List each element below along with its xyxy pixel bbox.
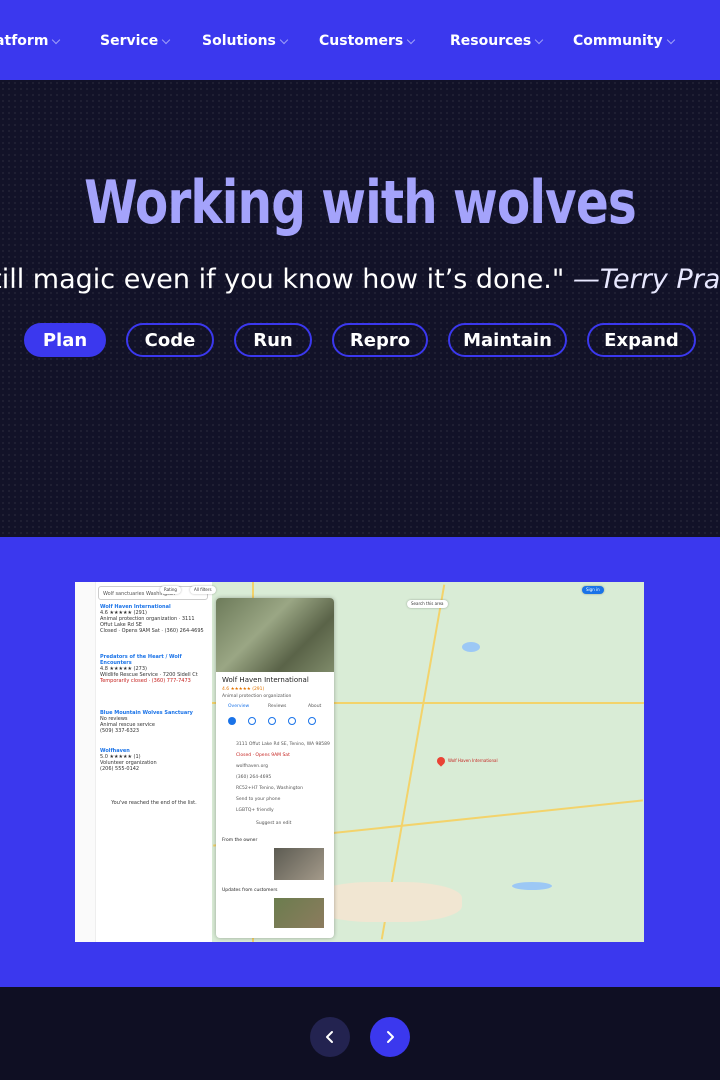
sign-in-button[interactable]: Sign in — [582, 586, 604, 594]
map-pin-icon[interactable] — [435, 755, 447, 767]
place-plus-code: RC52+H7 Tenino, Washington — [236, 786, 303, 791]
result-status: (509) 337-6323 — [100, 728, 140, 734]
rating-filter-button[interactable]: Rating — [160, 586, 181, 594]
nav-item-solutions[interactable]: Solutions — [202, 30, 289, 52]
updates-heading: Updates from customers — [222, 888, 278, 893]
owner-photo — [274, 848, 324, 880]
carousel-prev-button[interactable] — [310, 1017, 350, 1057]
place-category: Animal protection organization — [222, 694, 292, 699]
lgbtq-badge: LGBTQ+ friendly — [236, 808, 274, 813]
tab-maintain[interactable]: Maintain — [448, 323, 567, 357]
update-photo — [274, 898, 324, 928]
maps-screenshot: Wolf sanctuaries Washington Wolf Haven I… — [75, 582, 644, 942]
map-area-shade — [312, 882, 462, 922]
directions-icon[interactable] — [228, 717, 236, 725]
chevron-down-icon — [666, 35, 675, 44]
result-status: (206) 555-0142 — [100, 766, 140, 772]
quote-author: —Terry Pratchett — [572, 264, 720, 295]
tab-code[interactable]: Code — [126, 323, 214, 357]
tab-overview[interactable]: Overview — [228, 704, 249, 709]
nav-item-platform[interactable]: Platform — [0, 30, 61, 52]
quote-text: "It's still magic even if you know how i… — [0, 264, 565, 295]
map-lake — [512, 882, 552, 890]
send-to-phone-icon[interactable] — [288, 717, 296, 725]
result-status: Closed · Opens 9AM Sat · (360) 264-4695 — [100, 628, 204, 634]
hero-section: Working with wolves "It's still magic ev… — [0, 80, 720, 537]
hero-title: Working with wolves — [84, 168, 637, 238]
place-rating: 4.6 ★★★★★ (291) — [222, 687, 265, 692]
tab-expand[interactable]: Expand — [587, 323, 696, 357]
tab-reviews[interactable]: Reviews — [268, 704, 286, 709]
tab-about[interactable]: About — [308, 704, 321, 709]
nav-item-customers[interactable]: Customers — [319, 30, 416, 52]
panel-rail — [75, 582, 96, 942]
nav-item-label: Service — [100, 33, 159, 49]
place-phone: (360) 264-4695 — [236, 775, 272, 780]
place-card: Wolf Haven International 4.6 ★★★★★ (291)… — [216, 598, 334, 938]
share-icon[interactable] — [308, 717, 316, 725]
results-end: You've reached the end of the list. — [111, 800, 197, 806]
chevron-down-icon — [406, 35, 416, 44]
chevron-right-icon — [387, 1031, 394, 1043]
place-website[interactable]: wolfhaven.org — [236, 764, 268, 769]
chevron-down-icon — [534, 35, 544, 44]
chevron-down-icon — [279, 35, 289, 44]
list-item[interactable]: Blue Mountain Wolves Sanctuary No review… — [100, 710, 208, 734]
nav-item-label: Platform — [0, 33, 49, 49]
tab-plan[interactable]: Plan — [24, 323, 106, 357]
chevron-left-icon — [326, 1031, 333, 1043]
map-pin-label: Wolf Haven International — [448, 758, 498, 763]
carousel-next-button[interactable] — [370, 1017, 410, 1057]
results-panel: Wolf sanctuaries Washington Wolf Haven I… — [75, 582, 213, 942]
result-name: Predators of the Heart / Wolf Encounters — [100, 654, 182, 666]
list-item[interactable]: Wolf Haven International 4.6 ★★★★★ (291)… — [100, 604, 208, 634]
list-item[interactable]: Wolfhaven 5.0 ★★★★★ (1) Volunteer organi… — [100, 748, 208, 772]
tab-repro[interactable]: Repro — [332, 323, 428, 357]
suggest-edit-button[interactable]: Suggest an edit — [256, 821, 291, 826]
map-lake — [462, 642, 480, 652]
result-detail: Animal protection organization · 3111 Of… — [100, 616, 195, 628]
send-to-phone-link[interactable]: Send to your phone — [236, 797, 280, 802]
from-owner-heading: From the owner — [222, 838, 258, 843]
list-item[interactable]: Predators of the Heart / Wolf Encounters… — [100, 654, 208, 684]
nav-item-community[interactable]: Community — [573, 30, 675, 52]
result-status: Temporarily closed · (360) 777-7473 — [100, 678, 191, 684]
place-title: Wolf Haven International — [222, 676, 309, 684]
tab-run[interactable]: Run — [234, 323, 312, 357]
search-area-button[interactable]: Search this area — [407, 600, 448, 608]
chevron-down-icon — [161, 35, 171, 44]
nav-item-label: Resources — [450, 33, 532, 49]
place-photo — [216, 598, 334, 672]
nav-item-label: Customers — [319, 33, 404, 49]
save-icon[interactable] — [248, 717, 256, 725]
nav-item-resources[interactable]: Resources — [450, 30, 544, 52]
nav-item-service[interactable]: Service — [100, 30, 171, 52]
chevron-down-icon — [52, 35, 61, 44]
all-filters-button[interactable]: All filters — [190, 586, 216, 594]
nav-item-label: Solutions — [202, 33, 276, 49]
nav-item-label: Community — [573, 33, 663, 49]
carousel: Wolf sanctuaries Washington Wolf Haven I… — [0, 537, 720, 987]
place-address: 3111 Offut Lake Rd SE, Tenino, WA 98589 — [236, 742, 330, 747]
hero-quote: "It's still magic even if you know how i… — [0, 264, 720, 295]
nearby-icon[interactable] — [268, 717, 276, 725]
top-nav: Platform Service Solutions Customers Res… — [0, 0, 720, 80]
place-hours: Closed · Opens 9AM Sat — [236, 753, 290, 758]
